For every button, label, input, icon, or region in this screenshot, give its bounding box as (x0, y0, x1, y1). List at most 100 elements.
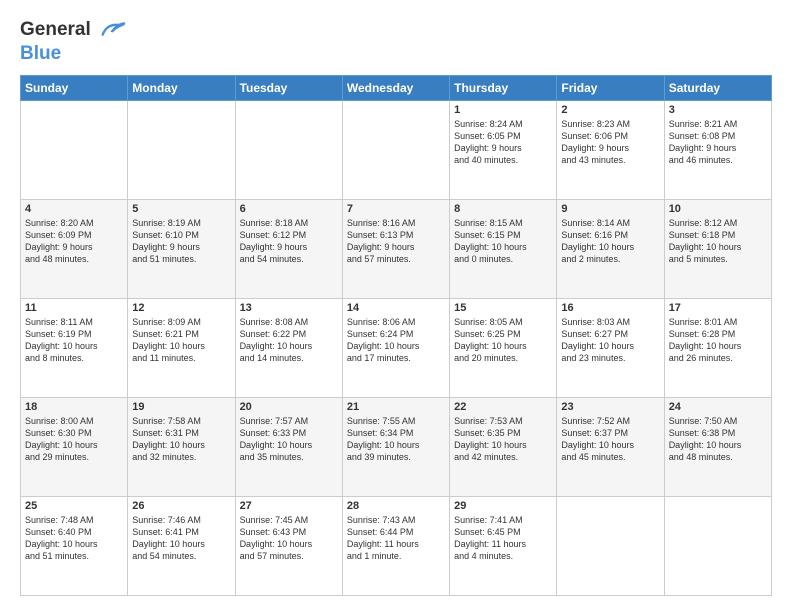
day-cell: 25 Sunrise: 7:48 AM Sunset: 6:40 PM Dayli… (21, 496, 128, 595)
day-cell: 4Sunrise: 8:20 AM Sunset: 6:09 PM Daylig… (21, 199, 128, 298)
logo-text-blue: Blue (20, 44, 126, 65)
day-info: Sunrise: 7:41 AM Sunset: 6:45 PM Dayligh… (454, 514, 552, 563)
day-cell: 19 Sunrise: 7:58 AM Sunset: 6:31 PM Dayli… (128, 397, 235, 496)
day-info: Sunrise: 8:14 AM Sunset: 6:16 PM Dayligh… (561, 217, 659, 266)
day-info: Sunrise: 8:20 AM Sunset: 6:09 PM Dayligh… (25, 217, 123, 266)
day-cell: 9 Sunrise: 8:14 AM Sunset: 6:16 PM Daylig… (557, 199, 664, 298)
day-info: Sunrise: 7:55 AM Sunset: 6:34 PM Dayligh… (347, 415, 445, 464)
day-cell: 3 Sunrise: 8:21 AM Sunset: 6:08 PM Daylig… (664, 100, 771, 199)
day-number: 24 (669, 401, 767, 413)
day-info: Sunrise: 8:00 AM Sunset: 6:30 PM Dayligh… (25, 415, 123, 464)
day-cell: 1 Sunrise: 8:24 AM Sunset: 6:05 PM Daylig… (450, 100, 557, 199)
day-cell: 18Sunrise: 8:00 AM Sunset: 6:30 PM Dayli… (21, 397, 128, 496)
day-info: Sunrise: 8:18 AM Sunset: 6:12 PM Dayligh… (240, 217, 338, 266)
day-number: 26 (132, 500, 230, 512)
day-cell: 22Sunrise: 7:53 AM Sunset: 6:35 PM Dayli… (450, 397, 557, 496)
day-number: 1 (454, 104, 552, 116)
day-info: Sunrise: 7:57 AM Sunset: 6:33 PM Dayligh… (240, 415, 338, 464)
day-number: 9 (561, 203, 659, 215)
day-cell (557, 496, 664, 595)
day-cell: 21 Sunrise: 7:55 AM Sunset: 6:34 PM Dayli… (342, 397, 449, 496)
day-number: 20 (240, 401, 338, 413)
day-cell: 8 Sunrise: 8:15 AM Sunset: 6:15 PM Daylig… (450, 199, 557, 298)
day-number: 28 (347, 500, 445, 512)
day-cell: 27 Sunrise: 7:45 AM Sunset: 6:43 PM Dayli… (235, 496, 342, 595)
day-cell: 7 Sunrise: 8:16 AM Sunset: 6:13 PM Daylig… (342, 199, 449, 298)
day-number: 3 (669, 104, 767, 116)
day-number: 23 (561, 401, 659, 413)
day-info: Sunrise: 8:19 AM Sunset: 6:10 PM Dayligh… (132, 217, 230, 266)
day-number: 5 (132, 203, 230, 215)
header-saturday: Saturday (664, 75, 771, 100)
day-info: Sunrise: 8:09 AM Sunset: 6:21 PM Dayligh… (132, 316, 230, 365)
day-info: Sunrise: 7:46 AM Sunset: 6:41 PM Dayligh… (132, 514, 230, 563)
day-cell: 20 Sunrise: 7:57 AM Sunset: 6:33 PM Dayli… (235, 397, 342, 496)
day-cell: 2 Sunrise: 8:23 AM Sunset: 6:06 PM Daylig… (557, 100, 664, 199)
week-row-3: 11 Sunrise: 8:11 AM Sunset: 6:19 PM Dayli… (21, 298, 772, 397)
day-cell: 29 Sunrise: 7:41 AM Sunset: 6:45 PM Dayli… (450, 496, 557, 595)
day-number: 2 (561, 104, 659, 116)
day-number: 13 (240, 302, 338, 314)
day-info: Sunrise: 8:21 AM Sunset: 6:08 PM Dayligh… (669, 118, 767, 167)
day-info: Sunrise: 8:15 AM Sunset: 6:15 PM Dayligh… (454, 217, 552, 266)
day-cell: 26 Sunrise: 7:46 AM Sunset: 6:41 PM Dayli… (128, 496, 235, 595)
header-friday: Friday (557, 75, 664, 100)
day-cell: 28 Sunrise: 7:43 AM Sunset: 6:44 PM Dayli… (342, 496, 449, 595)
day-info: Sunrise: 8:11 AM Sunset: 6:19 PM Dayligh… (25, 316, 123, 365)
day-number: 8 (454, 203, 552, 215)
week-row-2: 4Sunrise: 8:20 AM Sunset: 6:09 PM Daylig… (21, 199, 772, 298)
day-cell: 24Sunrise: 7:50 AM Sunset: 6:38 PM Dayli… (664, 397, 771, 496)
day-number: 25 (25, 500, 123, 512)
logo-text-general: General (20, 19, 91, 40)
week-row-4: 18Sunrise: 8:00 AM Sunset: 6:30 PM Dayli… (21, 397, 772, 496)
header-sunday: Sunday (21, 75, 128, 100)
day-info: Sunrise: 8:06 AM Sunset: 6:24 PM Dayligh… (347, 316, 445, 365)
header-tuesday: Tuesday (235, 75, 342, 100)
day-number: 29 (454, 500, 552, 512)
day-cell: 14 Sunrise: 8:06 AM Sunset: 6:24 PM Dayli… (342, 298, 449, 397)
day-info: Sunrise: 7:48 AM Sunset: 6:40 PM Dayligh… (25, 514, 123, 563)
day-info: Sunrise: 7:53 AM Sunset: 6:35 PM Dayligh… (454, 415, 552, 464)
day-info: Sunrise: 7:45 AM Sunset: 6:43 PM Dayligh… (240, 514, 338, 563)
day-number: 10 (669, 203, 767, 215)
header: General Blue (20, 16, 772, 65)
day-cell (21, 100, 128, 199)
day-info: Sunrise: 8:08 AM Sunset: 6:22 PM Dayligh… (240, 316, 338, 365)
day-info: Sunrise: 8:23 AM Sunset: 6:06 PM Dayligh… (561, 118, 659, 167)
day-number: 6 (240, 203, 338, 215)
week-row-5: 25 Sunrise: 7:48 AM Sunset: 6:40 PM Dayli… (21, 496, 772, 595)
day-info: Sunrise: 7:58 AM Sunset: 6:31 PM Dayligh… (132, 415, 230, 464)
day-number: 21 (347, 401, 445, 413)
day-number: 27 (240, 500, 338, 512)
days-header-row: Sunday Monday Tuesday Wednesday Thursday… (21, 75, 772, 100)
page: General Blue Sunday Monday Tuesday Wedne… (0, 0, 792, 612)
day-info: Sunrise: 8:24 AM Sunset: 6:05 PM Dayligh… (454, 118, 552, 167)
header-monday: Monday (128, 75, 235, 100)
day-number: 7 (347, 203, 445, 215)
day-cell: 10Sunrise: 8:12 AM Sunset: 6:18 PM Dayli… (664, 199, 771, 298)
day-info: Sunrise: 7:43 AM Sunset: 6:44 PM Dayligh… (347, 514, 445, 563)
day-info: Sunrise: 8:05 AM Sunset: 6:25 PM Dayligh… (454, 316, 552, 365)
day-cell (664, 496, 771, 595)
day-cell: 16 Sunrise: 8:03 AM Sunset: 6:27 PM Dayli… (557, 298, 664, 397)
day-cell: 15 Sunrise: 8:05 AM Sunset: 6:25 PM Dayli… (450, 298, 557, 397)
day-cell (128, 100, 235, 199)
day-number: 15 (454, 302, 552, 314)
day-info: Sunrise: 8:16 AM Sunset: 6:13 PM Dayligh… (347, 217, 445, 266)
day-cell: 5 Sunrise: 8:19 AM Sunset: 6:10 PM Daylig… (128, 199, 235, 298)
day-info: Sunrise: 8:03 AM Sunset: 6:27 PM Dayligh… (561, 316, 659, 365)
day-info: Sunrise: 7:52 AM Sunset: 6:37 PM Dayligh… (561, 415, 659, 464)
day-cell: 11 Sunrise: 8:11 AM Sunset: 6:19 PM Dayli… (21, 298, 128, 397)
day-cell: 12 Sunrise: 8:09 AM Sunset: 6:21 PM Dayli… (128, 298, 235, 397)
day-number: 14 (347, 302, 445, 314)
logo: General Blue (20, 16, 126, 65)
header-wednesday: Wednesday (342, 75, 449, 100)
day-number: 12 (132, 302, 230, 314)
day-cell (235, 100, 342, 199)
day-cell: 17Sunrise: 8:01 AM Sunset: 6:28 PM Dayli… (664, 298, 771, 397)
day-number: 16 (561, 302, 659, 314)
day-cell: 23 Sunrise: 7:52 AM Sunset: 6:37 PM Dayli… (557, 397, 664, 496)
day-number: 19 (132, 401, 230, 413)
day-number: 11 (25, 302, 123, 314)
week-row-1: 1 Sunrise: 8:24 AM Sunset: 6:05 PM Daylig… (21, 100, 772, 199)
